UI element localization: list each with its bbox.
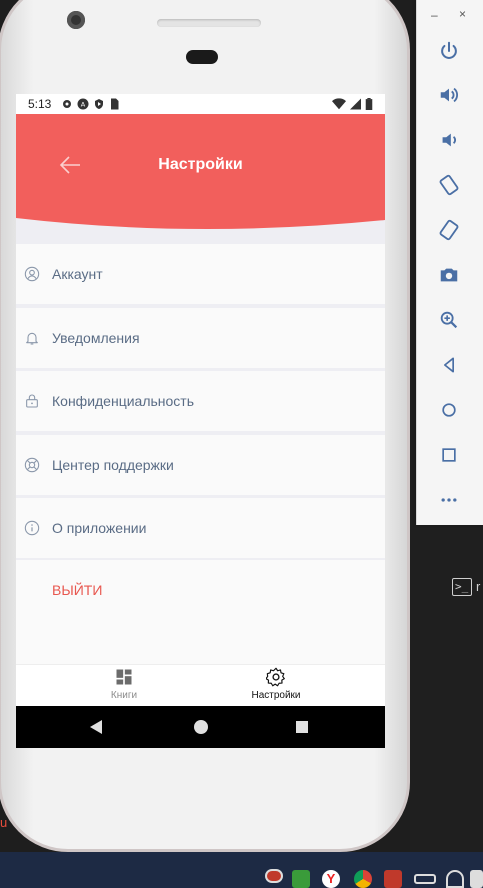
overview-icon[interactable] xyxy=(435,441,463,469)
camera-icon[interactable] xyxy=(435,261,463,289)
play-protect-icon xyxy=(95,99,104,109)
status-bar: 5:13 A xyxy=(16,94,385,114)
volume-down-icon[interactable] xyxy=(435,126,463,154)
yandex-browser-icon[interactable]: Y xyxy=(322,870,340,888)
menu-item-label: Аккаунт xyxy=(52,266,103,282)
phone-screen: 5:13 A Настройки Аккаунт Уведомления Кон… xyxy=(16,94,385,748)
settings-status-icon xyxy=(63,100,72,108)
menu-item-about[interactable]: О приложении xyxy=(16,498,385,558)
menu-item-label: О приложении xyxy=(52,520,147,536)
bell-icon xyxy=(24,330,40,346)
gear-icon xyxy=(266,667,285,687)
menu-item-label: Уведомления xyxy=(52,330,140,346)
terminal-text: r xyxy=(476,579,481,594)
app-header: Настройки xyxy=(16,114,385,232)
page-title: Настройки xyxy=(158,156,243,173)
android-back-icon[interactable] xyxy=(90,720,102,734)
menu-item-account[interactable]: Аккаунт xyxy=(16,244,385,304)
network-tray-icon[interactable] xyxy=(446,870,464,888)
front-camera xyxy=(67,11,85,29)
zoom-icon[interactable] xyxy=(435,306,463,334)
power-icon[interactable] xyxy=(435,37,463,65)
sd-card-icon xyxy=(111,98,119,110)
menu-item-support[interactable]: Центер поддержки xyxy=(16,435,385,495)
grid-icon xyxy=(116,669,132,685)
menu-item-label: Конфиденциальность xyxy=(52,393,195,409)
windows-taskbar: Y xyxy=(0,852,483,888)
tab-settings[interactable]: Настройки xyxy=(236,667,316,701)
menu-item-label: Центер поддержки xyxy=(52,457,174,473)
android-recents-icon[interactable] xyxy=(296,721,308,733)
lock-icon xyxy=(24,393,40,409)
wifi-icon xyxy=(332,98,346,110)
back-icon[interactable] xyxy=(435,351,463,379)
terminal-icon[interactable]: >_ xyxy=(452,578,472,596)
emulator-toolbar: – × xyxy=(416,0,483,525)
tab-label: Книги xyxy=(110,690,138,701)
battery-icon xyxy=(365,98,373,110)
close-button[interactable]: × xyxy=(459,7,466,21)
menu-item-notifications[interactable]: Уведомления xyxy=(16,308,385,368)
menu-item-privacy[interactable]: Конфиденциальность xyxy=(16,371,385,431)
earpiece-speaker xyxy=(157,19,261,27)
tab-label: Настройки xyxy=(251,690,301,701)
proximity-sensor xyxy=(186,50,218,64)
minimize-button[interactable]: – xyxy=(431,8,438,22)
more-icon[interactable] xyxy=(435,486,463,514)
signal-icon xyxy=(350,98,361,110)
rotate-left-icon[interactable] xyxy=(435,171,463,199)
android-home-icon[interactable] xyxy=(194,720,208,734)
volume-tray-icon[interactable] xyxy=(470,870,483,888)
lifebuoy-icon xyxy=(24,457,40,473)
empty-row xyxy=(16,619,385,664)
battery-tray-icon[interactable] xyxy=(414,874,436,884)
user-icon xyxy=(24,266,40,282)
cloud-app-icon[interactable] xyxy=(265,869,283,883)
bottom-navigation: Книги Настройки xyxy=(16,664,385,706)
logout-button[interactable]: ВЫЙТИ xyxy=(16,560,385,620)
chrome-icon[interactable] xyxy=(354,870,372,888)
app-icon[interactable] xyxy=(384,870,402,888)
desktop-background xyxy=(410,530,483,860)
info-icon xyxy=(24,520,40,536)
download-app-icon[interactable] xyxy=(292,870,310,888)
rotate-right-icon[interactable] xyxy=(435,216,463,244)
react-status-icon: A xyxy=(77,98,89,110)
background-text: u xyxy=(0,815,8,830)
android-navigation-bar xyxy=(16,706,385,748)
volume-up-icon[interactable] xyxy=(435,81,463,109)
svg-text:A: A xyxy=(81,101,86,109)
tab-books[interactable]: Книги xyxy=(84,667,164,701)
home-icon[interactable] xyxy=(435,396,463,424)
logout-label: ВЫЙТИ xyxy=(52,582,103,598)
status-time: 5:13 xyxy=(28,97,52,111)
